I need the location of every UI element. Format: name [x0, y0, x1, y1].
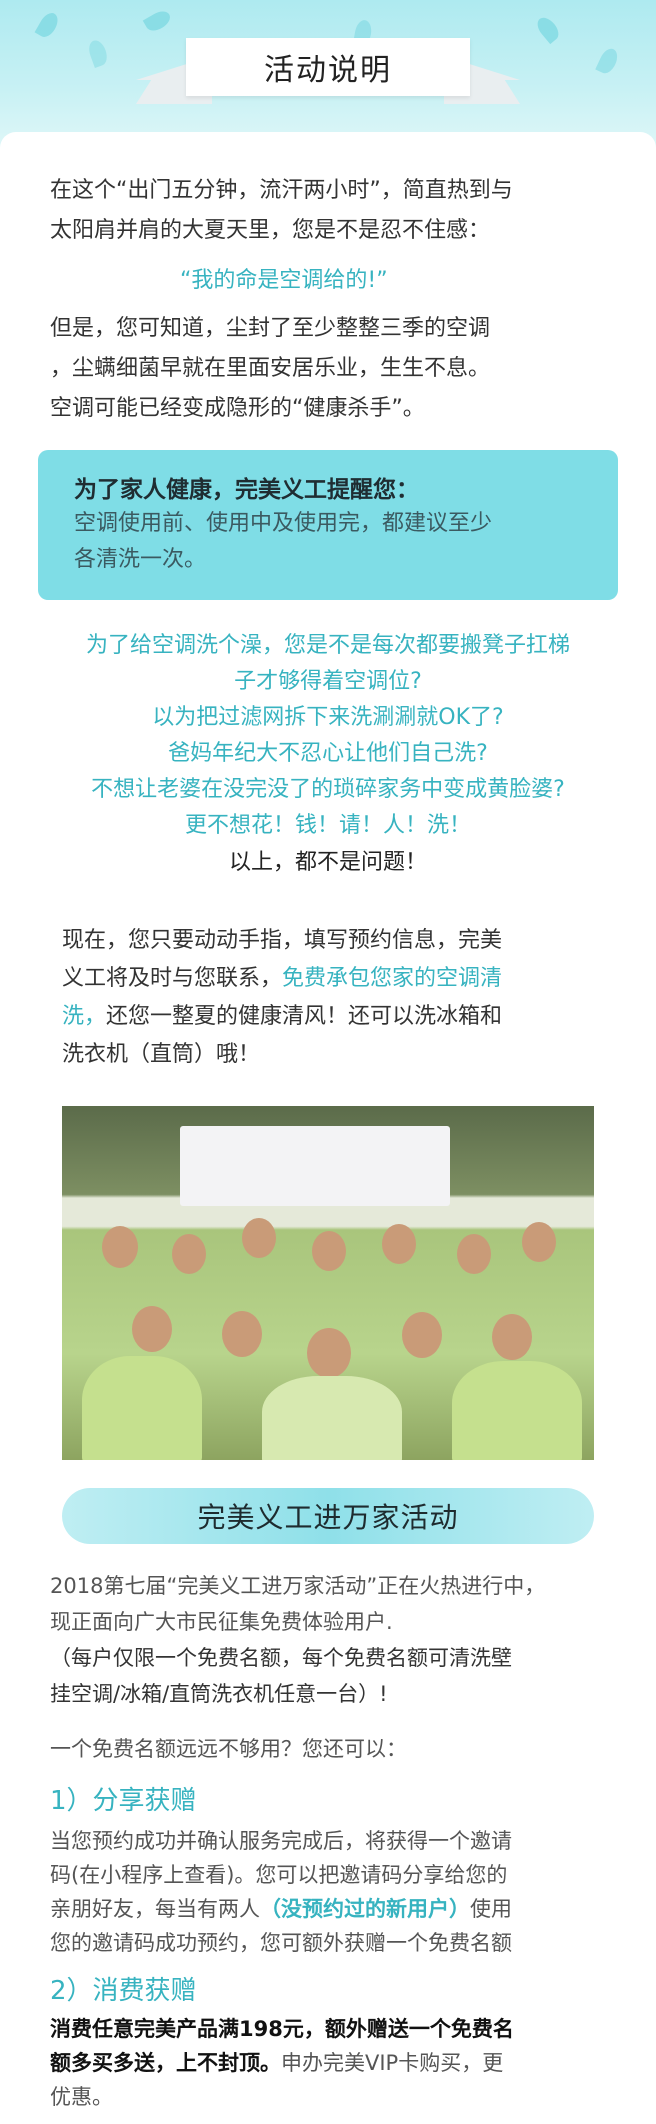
- question-line: 更不想花！钱！请！人！洗！: [184, 813, 471, 838]
- leaf-decoration: [34, 9, 62, 41]
- photo-banner: [180, 1126, 450, 1206]
- reminder-line: 空调使用前、使用中及使用完，都建议至少: [74, 511, 493, 536]
- campaign-line: 挂空调/冰箱/直筒洗衣机任意一台）!: [50, 1682, 388, 1706]
- header-banner: 活动说明: [0, 0, 656, 150]
- consume-text: 申办完美VIP卡购买，更: [281, 2051, 504, 2075]
- photo-face: [172, 1234, 206, 1274]
- action-line: 义工将及时与您联系，免费承包您家的空调清: [62, 960, 502, 998]
- campaign-title: 完美义工进万家活动: [62, 1488, 594, 1544]
- intro-line: 但是，您可知道，尘封了至少整整三季的空调: [50, 316, 491, 341]
- photo-shirt: [452, 1361, 582, 1460]
- question-line: 爸妈年纪大不忍心让他们自己洗?: [168, 741, 488, 766]
- leaf-decoration: [142, 7, 174, 35]
- photo-face: [492, 1314, 532, 1360]
- photo-face: [222, 1311, 262, 1357]
- photo-face: [382, 1224, 416, 1264]
- question-line: 不想让老婆在没完没了的琐碎家务中变成黄脸婆?: [91, 777, 565, 802]
- reminder-heading: 为了家人健康，完美义工提醒您：: [74, 477, 419, 503]
- campaign-line: 2018第七届“完美义工进万家活动”正在火热进行中，: [50, 1574, 546, 1598]
- share-line: 码(在小程序上查看)。您可以把邀请码分享给您的: [50, 1863, 508, 1887]
- no-problem-line: 以上，都不是问题！: [228, 850, 427, 875]
- intro-quote: “我的命是空调给的!”: [180, 268, 388, 293]
- action-highlight: 洗，: [62, 1004, 107, 1029]
- action-line: 现在，您只要动动手指，填写预约信息，完美: [62, 928, 503, 953]
- photo-face: [307, 1328, 351, 1378]
- leaf-decoration: [86, 38, 110, 68]
- photo-face: [402, 1312, 442, 1358]
- consume-line: 消费任意完美产品满198元，额外赠送一个免费名: [50, 2017, 514, 2041]
- leaf-decoration: [595, 45, 621, 77]
- action-line: 洗衣机（直筒）哦！: [62, 1042, 261, 1067]
- share-line: 您的邀请码成功预约，您可额外获赠一个免费名额: [50, 1931, 512, 1955]
- share-highlight: （没预约过的新用户）: [260, 1897, 470, 1921]
- intro-line: ，尘螨细菌早就在里面安居乐业，生生不息。: [50, 356, 491, 381]
- consume-text: 额多买多送，上不封顶。: [50, 2051, 281, 2075]
- question-line: 以为把过滤网拆下来洗涮涮就OK了?: [152, 705, 504, 730]
- action-highlight: 免费承包您家的空调清: [282, 966, 503, 991]
- photo-shirt: [82, 1356, 202, 1460]
- leaf-decoration: [533, 13, 563, 45]
- action-text: 还您一整夏的健康清风！还可以洗冰箱和: [106, 1004, 503, 1029]
- photo-shirt: [262, 1376, 402, 1460]
- intro-line: 太阳肩并肩的大夏天里，您是不是忍不住感：: [50, 218, 491, 243]
- photo-face: [522, 1222, 556, 1262]
- consume-line: 额多买多送，上不封顶。申办完美VIP卡购买，更: [50, 2044, 503, 2082]
- action-text: 义工将及时与您联系，: [62, 966, 283, 991]
- photo-face: [102, 1226, 138, 1268]
- photo-face: [457, 1234, 491, 1274]
- photo-face: [242, 1218, 276, 1258]
- share-line: 亲朋好友，每当有两人（没预约过的新用户）使用: [50, 1890, 512, 1928]
- reminder-line: 各清洗一次。: [74, 547, 207, 572]
- intro-line: 在这个“出门五分钟，流汗两小时”，简直热到与: [50, 178, 513, 203]
- campaign-line: 一个免费名额远远不够用？您还可以：: [50, 1737, 407, 1761]
- title-ribbon: 活动说明: [136, 38, 520, 104]
- group-photo: [62, 1106, 594, 1460]
- intro-line: 空调可能已经变成隐形的“健康杀手”。: [50, 396, 425, 421]
- share-text: 使用: [470, 1897, 512, 1921]
- campaign-line: （每户仅限一个免费名额，每个免费名额可清洗壁: [50, 1646, 512, 1670]
- action-line: 洗，还您一整夏的健康清风！还可以洗冰箱和: [62, 998, 502, 1036]
- consume-heading: 2）消费获赠: [50, 1976, 197, 2006]
- share-text: 亲朋好友，每当有两人: [50, 1897, 260, 1921]
- reminder-box: 为了家人健康，完美义工提醒您： 空调使用前、使用中及使用完，都建议至少 各清洗一…: [38, 450, 618, 600]
- question-line: 子才够得着空调位?: [234, 669, 422, 694]
- reminder-body: 空调使用前、使用中及使用完，都建议至少 各清洗一次。: [74, 506, 594, 578]
- photo-face: [312, 1231, 346, 1271]
- page-title: 活动说明: [186, 38, 470, 96]
- campaign-line: 现正面向广大市民征集免费体验用户.: [50, 1610, 393, 1634]
- share-heading: 1）分享获赠: [50, 1786, 197, 1816]
- consume-line: 优惠。: [50, 2085, 113, 2109]
- photo-face: [132, 1306, 172, 1352]
- question-line: 为了给空调洗个澡，您是不是每次都要搬凳子扛梯: [85, 633, 570, 658]
- share-line: 当您预约成功并确认服务完成后，将获得一个邀请: [50, 1829, 512, 1853]
